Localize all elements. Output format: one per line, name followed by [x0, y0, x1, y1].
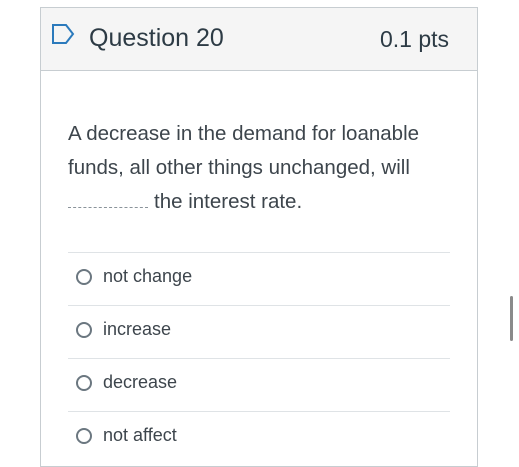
question-points: 0.1 pts	[379, 26, 449, 52]
question-text: A decrease in the demand for loanable fu…	[68, 117, 450, 219]
radio-button[interactable]	[76, 428, 92, 444]
answer-label: not change	[103, 266, 193, 286]
question-text-start: A decrease in the demand for loanable fu…	[68, 122, 420, 179]
radio-button[interactable]	[76, 375, 92, 391]
question-body: A decrease in the demand for loanable fu…	[41, 117, 477, 464]
answer-label: decrease	[103, 372, 178, 392]
scrollbar-thumb[interactable]	[510, 296, 513, 341]
radio-button[interactable]	[76, 269, 92, 285]
answer-label: increase	[103, 319, 172, 339]
radio-button[interactable]	[76, 322, 92, 338]
answer-option[interactable]: not affect	[68, 412, 450, 464]
answer-option[interactable]: decrease	[68, 359, 450, 412]
answer-option[interactable]: increase	[68, 306, 450, 359]
answer-option[interactable]: not change	[68, 253, 450, 306]
flag-icon[interactable]	[51, 23, 75, 45]
answer-label: not affect	[103, 425, 177, 445]
fill-in-blank	[68, 189, 148, 208]
quiz-question-card: Question 20 0.1 pts A decrease in the de…	[40, 7, 478, 467]
question-header: Question 20 0.1 pts	[41, 8, 477, 71]
question-text-end: the interest rate.	[154, 190, 303, 213]
question-title: Question 20	[89, 24, 224, 52]
answer-list: not change increase decrease not affect	[68, 252, 450, 464]
